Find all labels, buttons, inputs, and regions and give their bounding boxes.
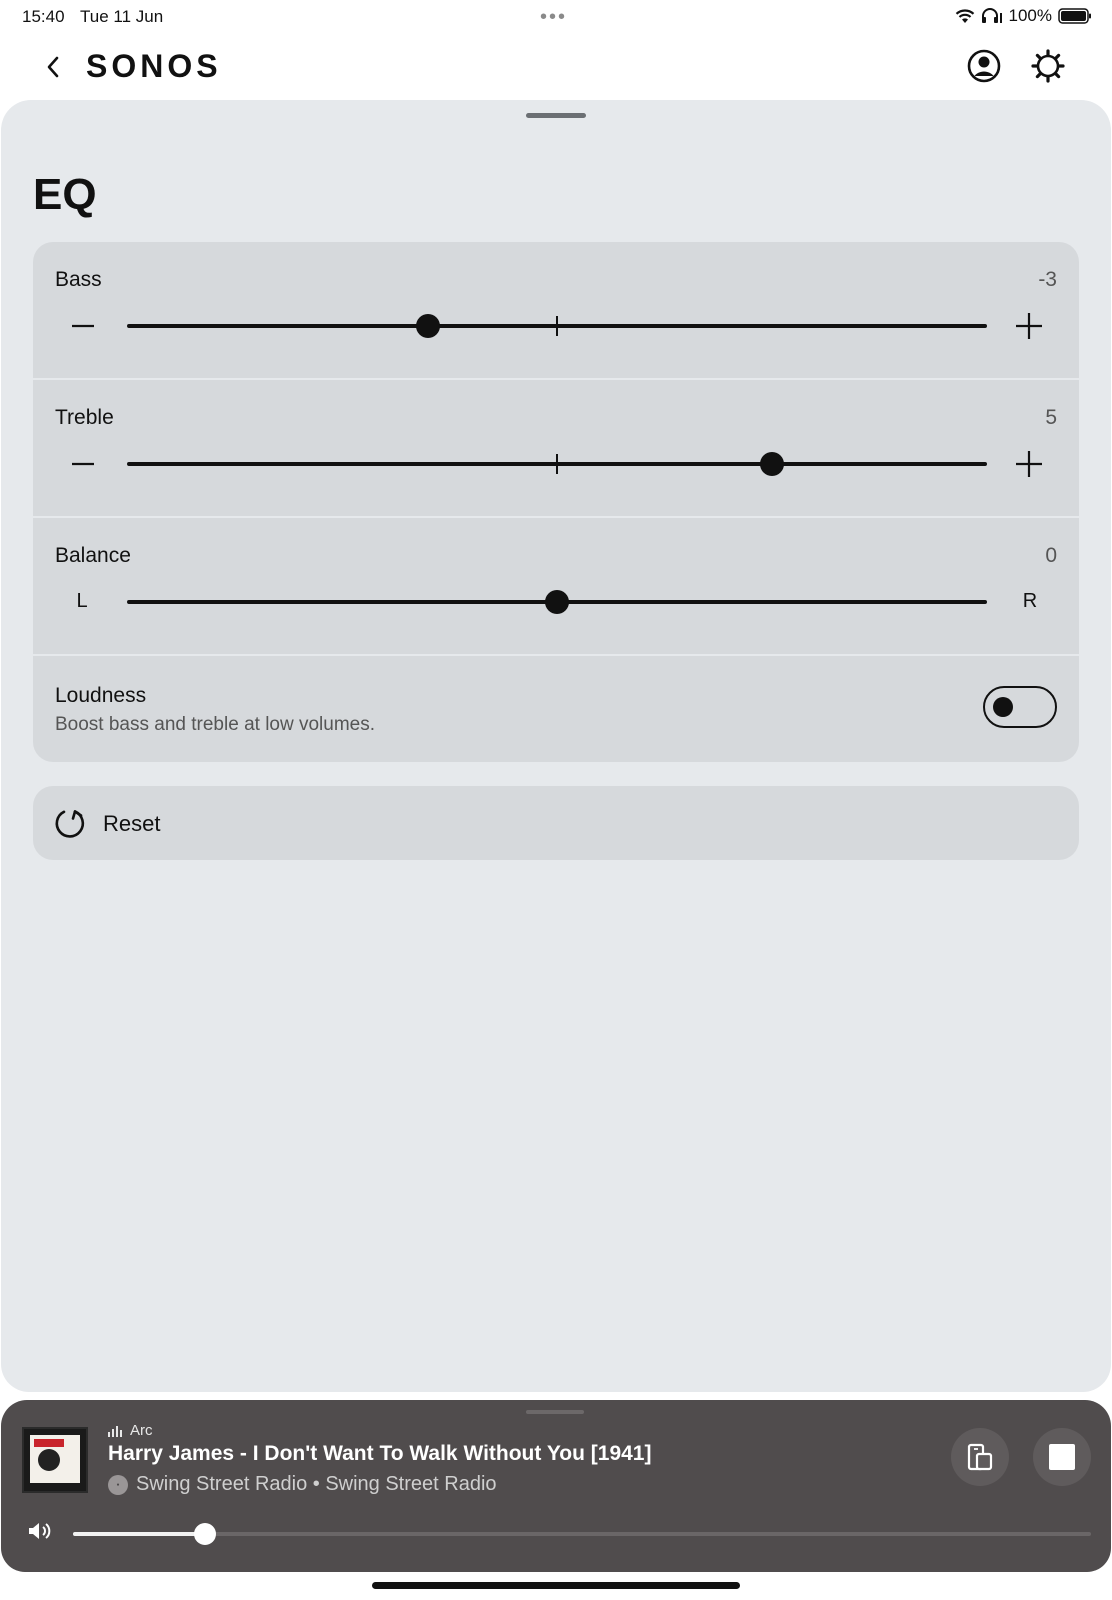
reset-button[interactable]: Reset bbox=[33, 786, 1079, 860]
gear-icon bbox=[1031, 49, 1065, 83]
balance-slider[interactable] bbox=[127, 590, 987, 614]
stop-icon bbox=[1049, 1444, 1075, 1470]
loudness-row: Loudness Boost bass and treble at low vo… bbox=[33, 656, 1079, 762]
battery-percent: 100% bbox=[1008, 6, 1052, 25]
treble-value: 5 bbox=[1045, 406, 1057, 429]
volume-icon[interactable] bbox=[27, 1520, 53, 1542]
home-indicator[interactable] bbox=[372, 1582, 740, 1589]
loudness-toggle[interactable] bbox=[983, 686, 1057, 728]
mini-player[interactable]: Arc Harry James - I Don't Want To Walk W… bbox=[1, 1400, 1111, 1572]
bass-center-tick bbox=[556, 316, 558, 336]
treble-slider-thumb[interactable] bbox=[760, 452, 784, 476]
reset-icon bbox=[55, 810, 85, 838]
status-bar: 15:40 Tue 11 Jun ••• 100% bbox=[0, 0, 1112, 34]
status-date: Tue 11 Jun bbox=[80, 7, 164, 26]
album-art-banner bbox=[34, 1439, 64, 1447]
headphones-icon bbox=[981, 8, 1002, 23]
stop-button[interactable] bbox=[1033, 1428, 1091, 1486]
track-title: Harry James - I Don't Want To Walk Witho… bbox=[108, 1442, 652, 1465]
treble-decrease-button[interactable] bbox=[63, 444, 103, 484]
account-button[interactable] bbox=[966, 48, 1002, 84]
loudness-description: Boost bass and treble at low volumes. bbox=[55, 714, 376, 735]
track-source-row: ● Swing Street Radio • Swing Street Radi… bbox=[108, 1473, 497, 1496]
sonos-radio-logo: ● bbox=[108, 1474, 128, 1495]
bass-label: Bass bbox=[55, 268, 102, 291]
multitasking-dots[interactable]: ••• bbox=[540, 6, 567, 29]
balance-slider-thumb[interactable] bbox=[545, 590, 569, 614]
treble-slider[interactable] bbox=[127, 452, 987, 476]
treble-increase-button[interactable] bbox=[1009, 444, 1049, 484]
bass-value: -3 bbox=[1038, 268, 1057, 291]
wifi-icon bbox=[955, 9, 974, 23]
room-row: Arc bbox=[108, 1422, 153, 1439]
eq-card: Bass -3 Treble 5 Balance 0 L R Loudness … bbox=[33, 242, 1079, 762]
minus-icon bbox=[72, 462, 94, 466]
room-name: Arc bbox=[130, 1422, 153, 1439]
balance-left-label: L bbox=[76, 590, 88, 612]
sonos-logo: SONOS bbox=[86, 48, 222, 84]
eq-sheet: EQ Bass -3 Treble 5 Balance 0 L R Loudne… bbox=[1, 100, 1111, 1392]
toggle-knob bbox=[993, 697, 1013, 717]
app-header: SONOS bbox=[0, 34, 1112, 100]
group-button[interactable] bbox=[951, 1428, 1009, 1486]
player-grabber[interactable] bbox=[526, 1410, 584, 1414]
bass-increase-button[interactable] bbox=[1009, 306, 1049, 346]
back-button[interactable] bbox=[40, 52, 66, 82]
reset-label: Reset bbox=[103, 811, 161, 836]
balance-value: 0 bbox=[1045, 544, 1057, 567]
group-icon bbox=[967, 1443, 993, 1471]
treble-center-tick bbox=[556, 454, 558, 474]
volume-fill bbox=[73, 1532, 206, 1536]
battery-icon bbox=[1058, 8, 1091, 24]
sheet-grabber[interactable] bbox=[526, 113, 586, 118]
album-art[interactable] bbox=[22, 1427, 88, 1493]
equalizer-icon bbox=[108, 1425, 122, 1437]
album-art-figure bbox=[38, 1449, 60, 1471]
track-source: Swing Street Radio • Swing Street Radio bbox=[136, 1473, 497, 1495]
bass-slider-thumb[interactable] bbox=[416, 314, 440, 338]
volume-slider-thumb[interactable] bbox=[194, 1523, 217, 1545]
plus-icon bbox=[1016, 313, 1042, 339]
loudness-label: Loudness bbox=[55, 684, 147, 707]
chevron-left-icon bbox=[47, 56, 59, 78]
status-time: 15:40 bbox=[22, 7, 65, 26]
volume-slider[interactable] bbox=[73, 1523, 1091, 1545]
page-title: EQ bbox=[33, 170, 97, 219]
treble-label: Treble bbox=[55, 406, 114, 429]
account-circle-icon bbox=[967, 49, 1001, 83]
settings-button[interactable] bbox=[1030, 48, 1066, 84]
bass-slider[interactable] bbox=[127, 314, 987, 338]
bass-row: Bass -3 bbox=[33, 242, 1079, 380]
minus-icon bbox=[72, 324, 94, 328]
treble-row: Treble 5 bbox=[33, 380, 1079, 518]
plus-icon bbox=[1016, 451, 1042, 477]
balance-row: Balance 0 L R bbox=[33, 518, 1079, 656]
balance-label: Balance bbox=[55, 544, 131, 567]
bass-decrease-button[interactable] bbox=[63, 306, 103, 346]
status-indicators: 100% bbox=[955, 6, 1092, 26]
balance-right-label: R bbox=[1022, 590, 1038, 612]
